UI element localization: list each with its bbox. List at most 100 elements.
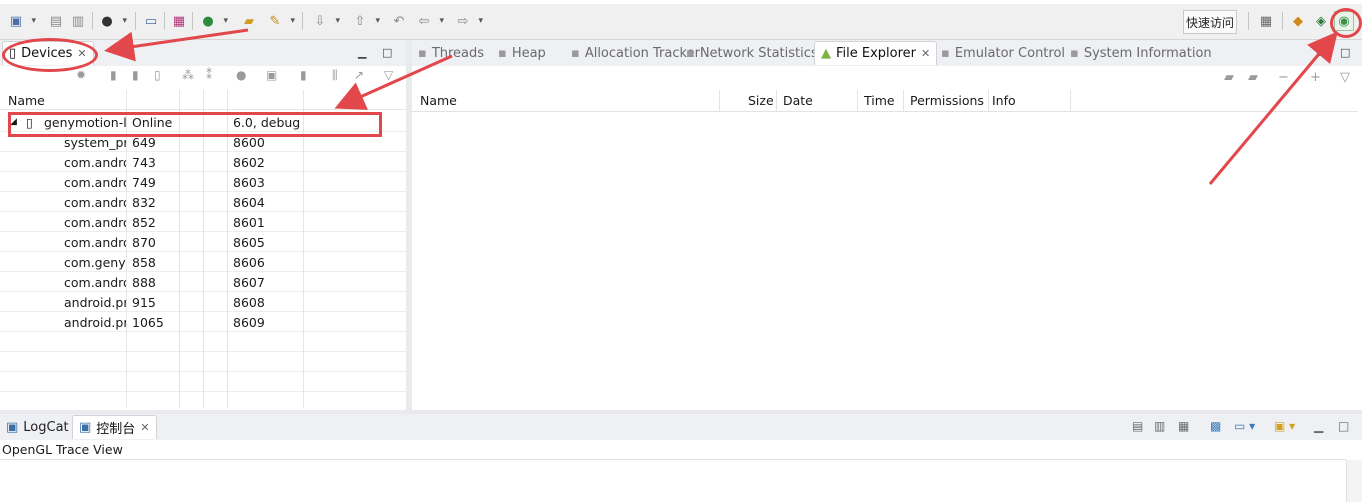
sdk-manager-icon[interactable]: ▭ [141,11,161,31]
tab-file-explorer[interactable]: ▲ File Explorer ✕ [814,41,938,65]
tab-console[interactable]: ▣ 控制台 ✕ [72,415,157,439]
tab-label: Emulator Control [954,45,1066,61]
tab-threads[interactable]: ▪ Threads [412,41,490,65]
minimize-icon[interactable]: ▫ [1316,46,1323,59]
push-file-icon[interactable]: ▰ [1248,70,1258,85]
forward-icon[interactable]: ⇨ [453,11,483,31]
column-date[interactable]: Date [783,93,813,108]
console-divider [0,459,1346,460]
process-pid: 852 [132,215,156,230]
clear-console-icon[interactable]: ▤ [1132,419,1143,433]
threads-icon: ▪ [418,45,427,61]
console-icon: ▣ [79,420,92,435]
process-port: 8606 [233,255,265,270]
column-name: Name [8,93,45,108]
tab-emulator-control[interactable]: ▪ Emulator Control [935,41,1071,65]
process-name: android.pr [64,315,126,330]
annotation-devices-tab [2,38,98,72]
main-toolbar: ▣ ▤ ▥ ● ▭ ▦ ● ▰ ✎ ⇩ ⇧ ↶ ⇦ ⇨ 快速访问 ▦ ◆ ◈ ◉ [0,0,1362,40]
profile-icon[interactable]: ● [97,11,127,31]
tab-label: File Explorer [836,46,917,61]
column-size[interactable]: Size [748,93,774,108]
process-port: 8602 [233,155,265,170]
column-permissions[interactable]: Permissions [910,93,984,108]
file-actions: ▰ ▰ − + ▽ [1220,70,1360,90]
process-pid: 870 [132,235,156,250]
tab-heap[interactable]: ▪ Heap [492,41,552,65]
new-folder-icon[interactable]: + [1310,70,1321,85]
save-all-icon[interactable]: ▥ [68,11,88,31]
bottom-tabbar: ▤ ▥ ▦ ▩ ▭ ▾ ▣ ▾ ▁ □ ▣ LogCat ▣ 控制台 ✕ [0,414,1362,440]
process-name: com.andro [64,155,126,170]
delete-icon[interactable]: − [1278,70,1289,85]
console-output: OpenGL Trace View [2,442,123,457]
scroll-lock-icon[interactable]: ▥ [1154,419,1165,433]
back-icon[interactable]: ⇦ [414,11,444,31]
process-pid: 888 [132,275,156,290]
process-name: com.genyn [64,255,126,270]
close-icon[interactable]: ✕ [140,421,149,434]
process-pid: 1065 [132,315,164,330]
tab-label: Threads [431,45,485,61]
menu-bar [0,0,1362,4]
debug-perspective-icon[interactable]: ◆ [1288,11,1308,31]
tab-label: System Information [1083,45,1212,61]
undo-icon[interactable]: ↶ [389,11,409,31]
process-name: com.andro [64,275,126,290]
open-perspective-icon[interactable]: ▦ [1256,11,1276,31]
annotation-genymotion-icon [1330,8,1362,38]
process-port: 8600 [233,135,265,150]
run-icon[interactable]: ● [198,11,228,31]
allocation-icon: ▪ [571,45,580,61]
column-name[interactable]: Name [420,93,457,108]
open-folder-icon[interactable]: ▰ [239,11,259,31]
process-port: 8605 [233,235,265,250]
process-port: 8609 [233,315,265,330]
column-time[interactable]: Time [864,93,895,108]
display-console-icon[interactable]: ▭ ▾ [1234,419,1255,433]
save-icon[interactable]: ▤ [46,11,66,31]
right-tabbar: ▫ □ ▪ Threads ▪ Heap ▪ Allocation Tracker ▪ Net… [412,40,1362,66]
bottom-panel: ▤ ▥ ▦ ▩ ▭ ▾ ▣ ▾ ▁ □ ▣ LogCat ▣ 控制台 ✕ OpenGL … [0,414,1362,502]
maximize-icon[interactable]: □ [1340,46,1350,59]
process-pid: 915 [132,295,156,310]
process-port: 8601 [233,215,265,230]
ddms-perspective-icon[interactable]: ◈ [1311,11,1331,31]
process-pid: 858 [132,255,156,270]
download-icon[interactable]: ⇩ [310,11,340,31]
logcat-icon: ▣ [6,419,19,435]
emulator-icon: ▪ [941,45,950,61]
view-menu-icon[interactable]: ▽ [1340,70,1350,85]
process-pid: 749 [132,175,156,190]
network-icon: ▪ [686,45,695,61]
maximize-icon[interactable]: □ [1338,419,1349,433]
upload-icon[interactable]: ⇧ [350,11,380,31]
tab-system-information[interactable]: ▪ System Information [1064,41,1218,65]
process-port: 8607 [233,275,265,290]
tab-label: Network Statistics [699,45,818,61]
console-scrollbar[interactable] [1346,460,1362,502]
tab-logcat[interactable]: ▣ LogCat [0,415,75,439]
column-info[interactable]: Info [992,93,1016,108]
open-console-icon[interactable]: ▣ ▾ [1274,419,1295,433]
minimize-icon[interactable]: ▁ [1314,419,1323,433]
word-wrap-icon[interactable]: ▦ [1178,419,1189,433]
close-icon[interactable]: ✕ [921,47,930,60]
pull-file-icon[interactable]: ▰ [1224,70,1234,85]
process-name: com.andro [64,175,126,190]
process-name: com.andro [64,215,126,230]
pin-console-icon[interactable]: ▩ [1210,419,1221,433]
avd-manager-icon[interactable]: ▦ [169,11,189,31]
tab-network-statistics[interactable]: ▪ Network Statistics [680,41,824,65]
bottom-actions: ▤ ▥ ▦ ▩ ▭ ▾ ▣ ▾ ▁ □ [1130,419,1360,435]
process-name: android.pr [64,295,126,310]
quick-access-input[interactable]: 快速访问 [1183,10,1237,34]
file-table-header: Name Size Date Time Permissions Info [412,90,1358,112]
sysinfo-icon: ▪ [1070,45,1079,61]
process-name: com.andro [64,195,126,210]
tab-label: Heap [511,45,546,61]
process-port: 8603 [233,175,265,190]
new-icon[interactable]: ▣ [6,11,36,31]
process-port: 8608 [233,295,265,310]
tools-icon[interactable]: ✎ [265,11,295,31]
